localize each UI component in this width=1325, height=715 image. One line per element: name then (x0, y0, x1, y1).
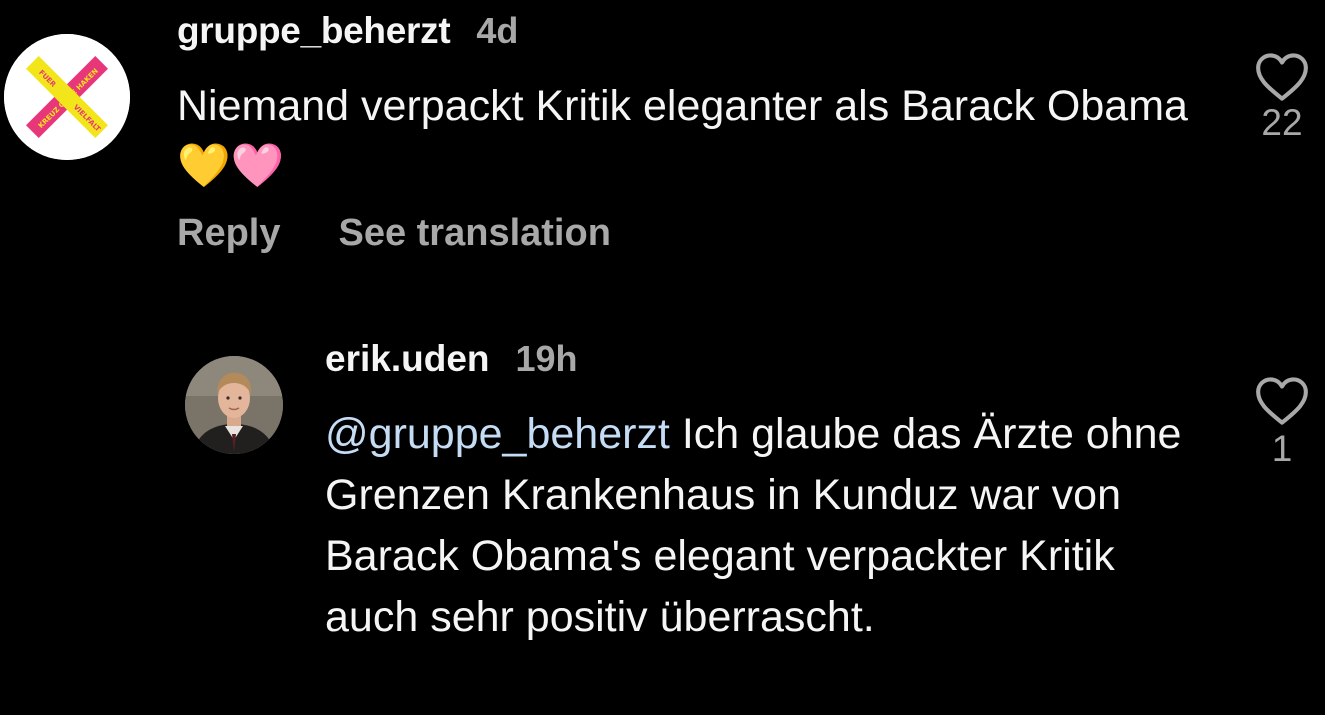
like-count: 1 (1271, 428, 1293, 469)
heart-outline-icon[interactable] (1254, 52, 1310, 102)
avatar[interactable] (185, 356, 283, 454)
comment-text: Niemand verpackt Kritik eleganter als Ba… (177, 76, 1197, 196)
see-translation-button[interactable]: See translation (338, 212, 610, 255)
avatar[interactable]: KREUZ OHNE HAKEN FUER VIELFALT (4, 34, 130, 160)
heart-outline-icon[interactable] (1254, 376, 1310, 426)
comment-text: @gruppe_beherzt Ich glaube das Ärzte ohn… (325, 404, 1215, 648)
mention-link[interactable]: @gruppe_beherzt (325, 410, 670, 458)
comment-actions: Reply See translation (177, 212, 611, 255)
timestamp: 4d (476, 10, 519, 51)
user-photo (185, 356, 283, 454)
comment-body: Niemand verpackt Kritik eleganter als Ba… (177, 82, 1188, 130)
kreuz-ohne-haken-logo: KREUZ OHNE HAKEN FUER VIELFALT (4, 34, 130, 160)
like-count: 22 (1261, 102, 1303, 143)
comment-header: gruppe_beherzt 4d (177, 10, 518, 60)
reply-button[interactable]: Reply (177, 212, 280, 255)
timestamp: 19h (515, 338, 578, 379)
reply-comment-item: erik.uden 19h @gruppe_beherzt Ich glaube… (0, 330, 1325, 715)
emoji-hearts: 💛🩷 (177, 142, 285, 190)
username[interactable]: gruppe_beherzt (177, 10, 451, 52)
comment-item: KREUZ OHNE HAKEN FUER VIELFALT gruppe_be… (0, 0, 1325, 300)
comment-header: erik.uden 19h (325, 338, 578, 388)
like-button[interactable]: 1 (1246, 376, 1318, 470)
username[interactable]: erik.uden (325, 338, 490, 380)
like-button[interactable]: 22 (1246, 52, 1318, 144)
